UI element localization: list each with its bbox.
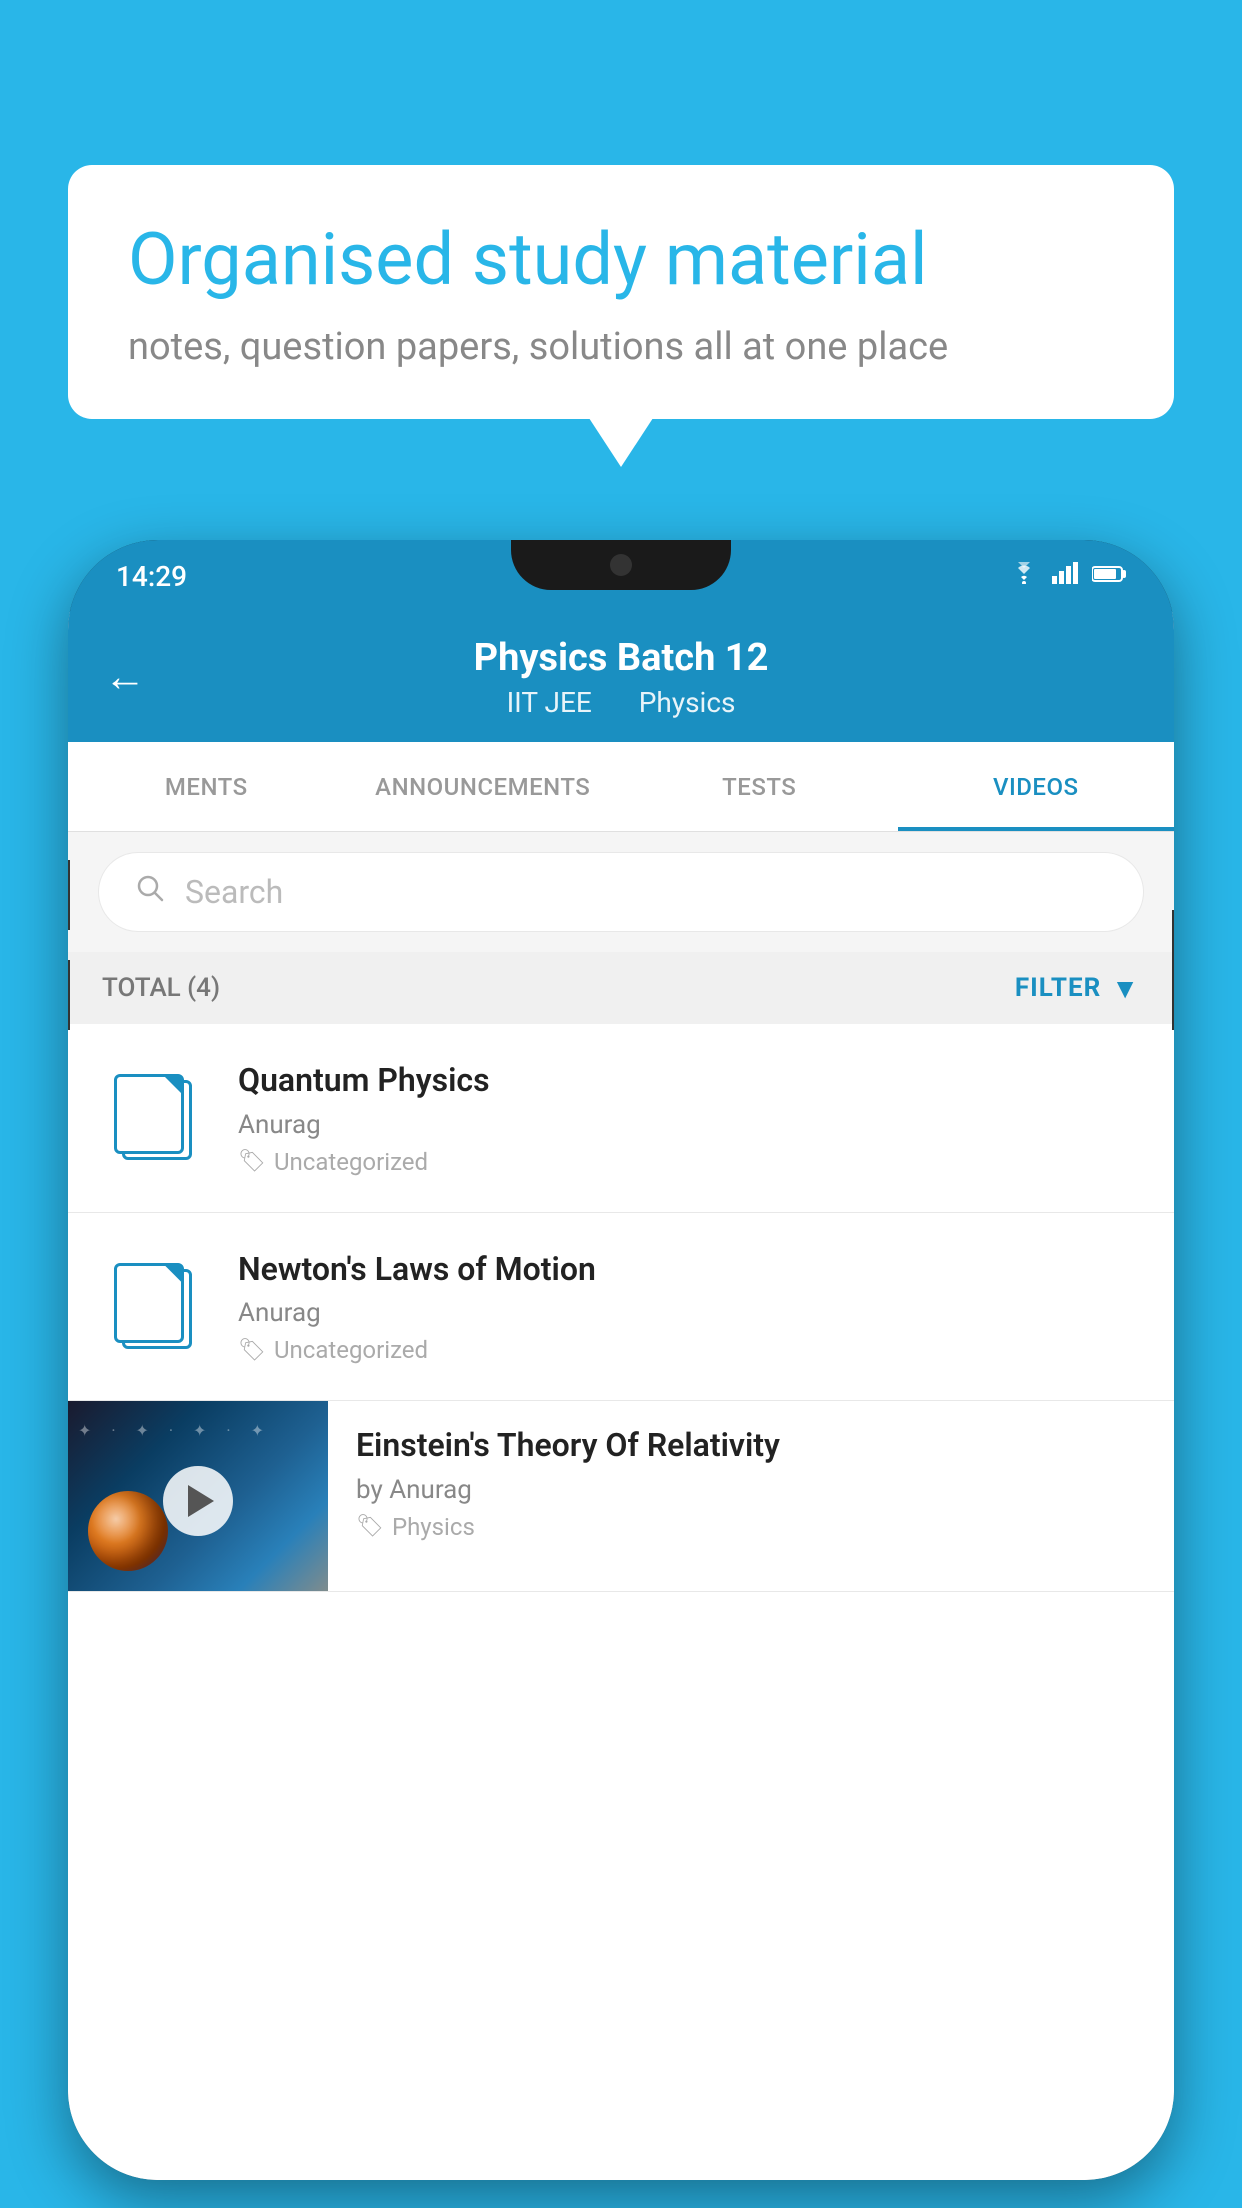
camera-dot [610,554,632,576]
list-item[interactable]: Einstein's Theory Of Relativity by Anura… [68,1401,1174,1592]
video-author: Anurag [238,1110,1144,1140]
header-subtitle-part2: Physics [639,686,736,719]
phone-frame: 14:29 [68,540,1174,2180]
signal-icon [1052,562,1080,590]
video-author: by Anurag [356,1475,1146,1505]
header-subtitle-part1: IIT JEE [507,686,592,719]
speech-bubble: Organised study material notes, question… [68,165,1174,419]
volume-up-button [68,860,70,930]
file-front [114,1263,184,1343]
back-button[interactable]: ← [104,653,146,702]
tag-label: Uncategorized [274,1336,428,1364]
video-title: Einstein's Theory Of Relativity [356,1425,1146,1467]
header-subtitle: IIT JEE Physics [497,686,746,719]
tag-icon: 🏷 [238,1149,266,1174]
tab-videos[interactable]: VIDEOS [898,742,1175,831]
filter-label: FILTER [1015,973,1101,1003]
phone-content: ← Physics Batch 12 IIT JEE Physics MENTS… [68,612,1174,2180]
play-icon [188,1485,214,1517]
speech-bubble-subtitle: notes, question papers, solutions all at… [128,325,1114,369]
volume-down-button [68,960,70,1030]
tag-label: Physics [392,1513,475,1541]
video-item-info: Einstein's Theory Of Relativity by Anura… [328,1401,1174,1565]
video-author: Anurag [238,1298,1144,1328]
list-item[interactable]: Quantum Physics Anurag 🏷 Uncategorized [68,1024,1174,1213]
video-thumbnail [68,1401,328,1591]
tab-ments[interactable]: MENTS [68,742,345,831]
status-icons [1008,562,1126,590]
video-item-info: Newton's Laws of Motion Anurag 🏷 Uncateg… [238,1249,1144,1365]
video-tag: 🏷 Physics [356,1513,1146,1541]
status-time: 14:29 [116,560,187,593]
file-icon-newton [98,1249,208,1359]
search-icon [135,873,165,911]
filter-button[interactable]: FILTER ▼ [1015,972,1140,1005]
tab-announcements[interactable]: ANNOUNCEMENTS [345,742,622,831]
tab-tests[interactable]: TESTS [621,742,898,831]
search-box[interactable]: Search [98,852,1144,932]
video-tag: 🏷 Uncategorized [238,1336,1144,1364]
tag-label: Uncategorized [274,1148,428,1176]
tag-icon: 🏷 [238,1338,266,1363]
status-bar: 14:29 [68,540,1174,612]
tag-icon: 🏷 [356,1514,384,1539]
tabs-bar: MENTS ANNOUNCEMENTS TESTS VIDEOS [68,742,1174,832]
play-button[interactable] [163,1466,233,1536]
search-container: Search [68,832,1174,952]
video-title: Quantum Physics [238,1060,1144,1102]
speech-bubble-title: Organised study material [128,217,1114,303]
video-title: Newton's Laws of Motion [238,1249,1144,1291]
page-title: Physics Batch 12 [474,636,769,680]
file-front [114,1074,184,1154]
video-tag: 🏷 Uncategorized [238,1148,1144,1176]
list-item[interactable]: Newton's Laws of Motion Anurag 🏷 Uncateg… [68,1213,1174,1402]
file-icon-quantum [98,1060,208,1170]
total-count: TOTAL (4) [102,973,220,1003]
video-item-info: Quantum Physics Anurag 🏷 Uncategorized [238,1060,1144,1176]
filter-icon: ▼ [1111,972,1140,1005]
planet-shape [88,1491,168,1571]
battery-icon [1092,564,1126,589]
search-input[interactable]: Search [185,873,283,911]
wifi-icon [1008,562,1040,590]
filter-bar: TOTAL (4) FILTER ▼ [68,952,1174,1024]
power-button [1172,910,1174,1030]
app-header: ← Physics Batch 12 IIT JEE Physics [68,612,1174,742]
video-list: Quantum Physics Anurag 🏷 Uncategorized [68,1024,1174,2180]
